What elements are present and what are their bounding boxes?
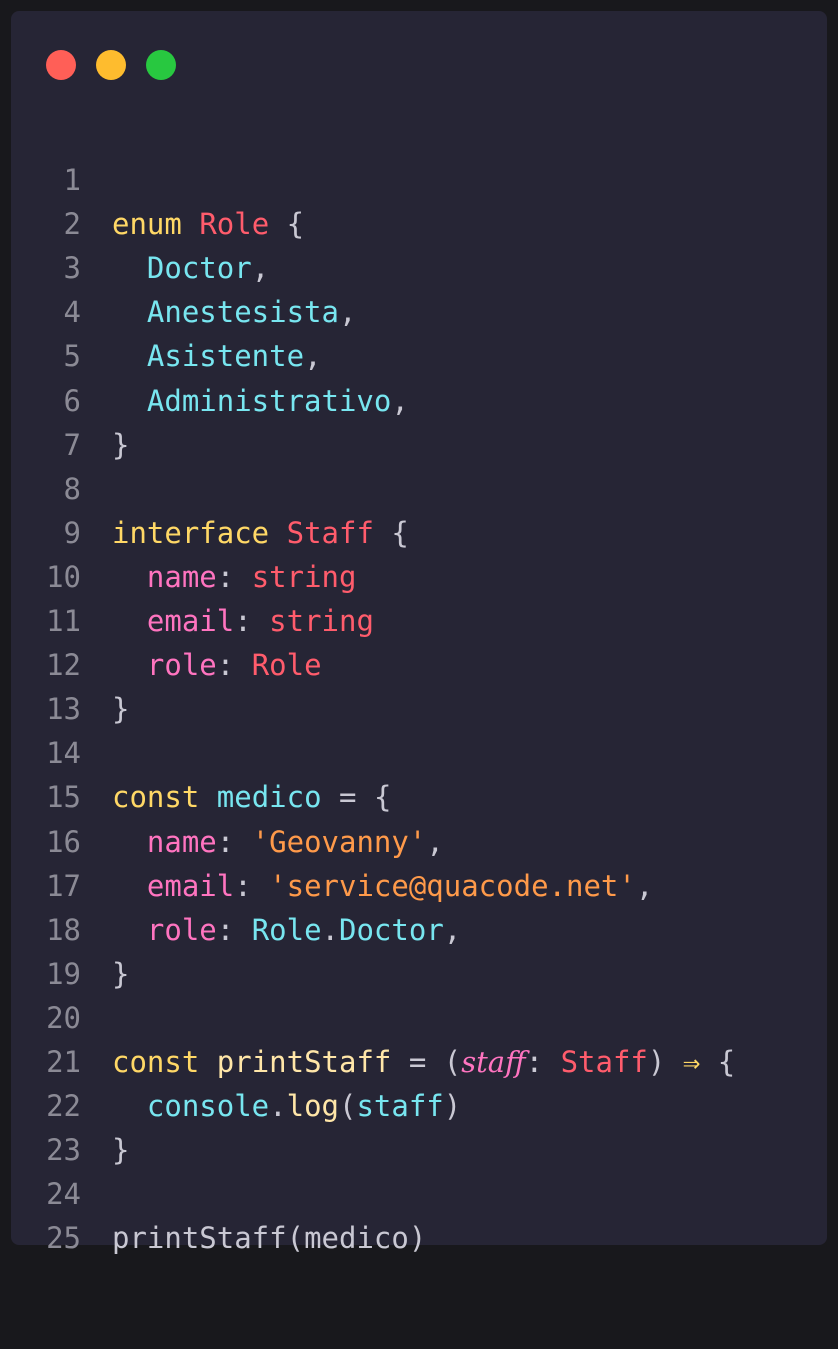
code-line: 23 [11,1084,827,1167]
code-line: 8 interface Staff { [11,423,827,550]
code-line: 17 role: Role.Doctor, [11,820,827,947]
code-line: 22 } [11,1040,827,1167]
code-window: 1 enum Role { 2 Doctor, 3 Anestesista, 4… [11,11,827,1255]
maximize-dot-icon[interactable] [146,50,176,80]
line-number: 25 [46,1221,81,1256]
code-line: 14 const medico = { [11,687,827,814]
code-line: 12 } [11,599,827,726]
code-line: 24 printStaff(medico) [11,1128,827,1255]
code-line: 10 email: string [11,511,827,638]
code-block: 1 enum Role { 2 Doctor, 3 Anestesista, 4… [11,114,827,1255]
code-line: 15 name: 'Geovanny', [11,731,827,858]
code-line: 7 [11,379,827,462]
code-line: 2 Doctor, [11,158,827,285]
argument-token: medico [304,1221,409,1256]
code-line: 11 role: Role [11,555,827,682]
code-line: 16 email: 'service@quacode.net', [11,775,827,903]
code-line: 25 [11,1172,827,1255]
code-line: 18 } [11,864,827,991]
minimize-dot-icon[interactable] [96,50,126,80]
code-line: 20 const printStaff = (staff: Staff) ⇒ { [11,952,827,1079]
code-line: 5 Administrativo, [11,290,827,417]
code-line: 1 enum Role { [11,114,827,241]
code-line: 13 [11,643,827,726]
code-line: 9 name: string [11,467,827,594]
close-dot-icon[interactable] [46,50,76,80]
line-content: printStaff(medico) [112,1216,426,1260]
function-call-token: printStaff [112,1221,287,1256]
paren-token: ) [408,1221,427,1256]
code-line: 19 [11,908,827,991]
code-line: 6 } [11,334,827,462]
code-line: 4 Asistente, [11,246,827,373]
code-line: 3 Anestesista, [11,202,827,329]
paren-token: ( [286,1221,305,1256]
code-line: 21 console.log(staff) [11,996,827,1123]
